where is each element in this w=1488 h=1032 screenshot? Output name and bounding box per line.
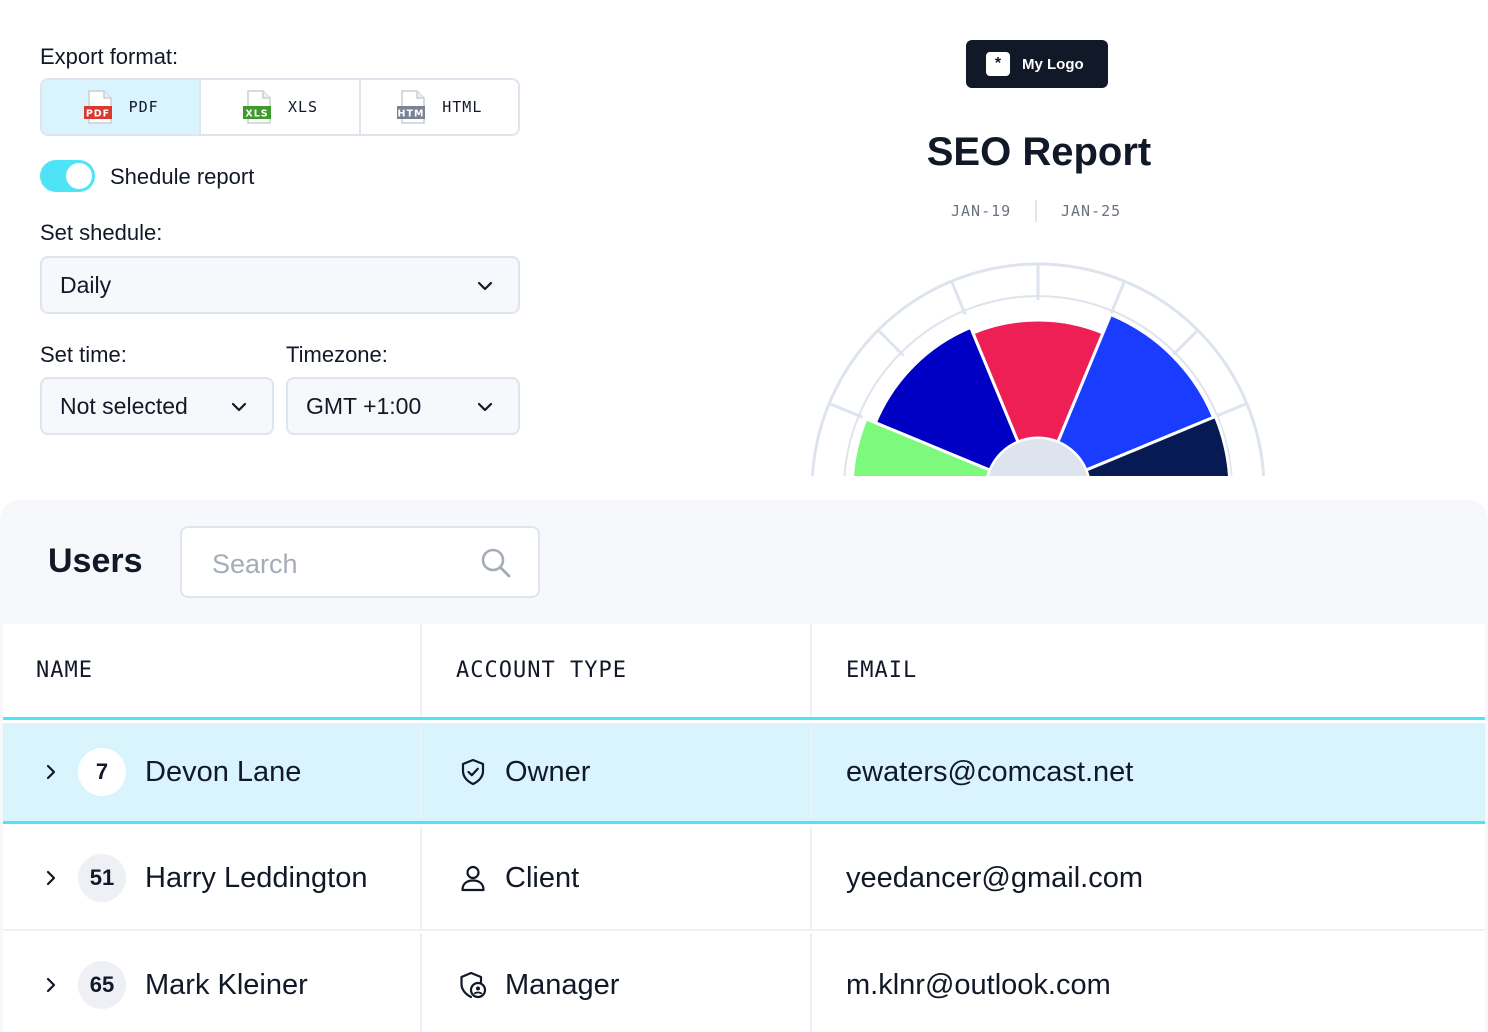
email-cell: m.klnr@outlook.com [812, 933, 1485, 1032]
user-name: Mark Kleiner [145, 968, 308, 1001]
date-end: JAN-25 [1061, 202, 1122, 220]
logo-badge: * My Logo [966, 40, 1108, 88]
format-option-xls[interactable]: XLS XLS [201, 80, 361, 134]
user-number-badge: 7 [78, 748, 126, 796]
account-type-cell: Owner [422, 723, 812, 821]
user-number-badge: 51 [78, 854, 126, 902]
schedule-report-toggle[interactable] [40, 160, 95, 192]
gauge-tick [950, 280, 967, 316]
chevron-down-icon [231, 402, 247, 412]
user-name: Harry Leddington [145, 861, 368, 894]
chevron-down-icon [477, 281, 493, 291]
email-cell: ewaters@comcast.net [812, 723, 1485, 821]
table-header: NAME ACCOUNT TYPE EMAIL [3, 624, 1485, 720]
svg-text:HTM: HTM [398, 109, 425, 120]
chevron-down-icon [477, 402, 493, 412]
user-number-badge: 65 [78, 961, 126, 1009]
column-header-account-type[interactable]: ACCOUNT TYPE [422, 624, 812, 717]
gauge-tick [1212, 402, 1248, 419]
search-input[interactable] [212, 546, 472, 582]
table-row[interactable]: 7 Devon Lane Owner ewaters@comcast.net [3, 723, 1485, 824]
xls-file-icon: XLS [242, 90, 271, 124]
column-header-email[interactable]: EMAIL [812, 624, 1485, 717]
format-label: HTML [442, 98, 483, 116]
html-file-icon: HTM [397, 90, 426, 124]
export-panel: Export format: PDF PDF XLS XLS HTM HTML … [0, 0, 560, 476]
pdf-file-icon: PDF [83, 90, 112, 124]
name-cell: 7 Devon Lane [3, 723, 422, 821]
timezone-select[interactable]: GMT +1:00 [286, 377, 520, 435]
chevron-right-icon[interactable] [43, 977, 59, 993]
format-option-pdf[interactable]: PDF PDF [42, 80, 202, 134]
shield-check-icon [461, 758, 485, 786]
table-row[interactable]: 65 Mark Kleiner Manager m.klnr@outlook.c… [3, 933, 1485, 1032]
name-cell: 65 Mark Kleiner [3, 933, 422, 1032]
users-title: Users [48, 542, 143, 580]
schedule-report-label: Shedule report [110, 164, 255, 189]
account-type-cell: Client [422, 827, 812, 929]
chevron-right-icon[interactable] [43, 764, 59, 780]
email-cell: yeedancer@gmail.com [812, 827, 1485, 929]
seo-gauge-chart [810, 262, 1266, 476]
logo-mark-icon: * [986, 52, 1010, 76]
user-email: yeedancer@gmail.com [846, 861, 1144, 894]
logo-text: My Logo [1022, 55, 1084, 73]
set-schedule-label: Set shedule: [40, 220, 163, 245]
gauge-tick [1109, 280, 1126, 316]
format-label: XLS [287, 98, 319, 116]
time-select-value: Not selected [60, 392, 188, 419]
timezone-select-value: GMT +1:00 [306, 392, 422, 419]
gauge-tick [828, 402, 864, 419]
seo-report-panel: * My Logo SEO Report JAN-19 JAN-25 [590, 0, 1488, 476]
name-cell: 51 Harry Leddington [3, 827, 422, 929]
account-type: Owner [505, 755, 591, 788]
table-row[interactable]: 51 Harry Leddington Client yeedancer@gma… [3, 827, 1485, 931]
format-label: PDF [128, 98, 159, 116]
user-name: Devon Lane [145, 755, 302, 788]
export-format-group: PDF PDF XLS XLS HTM HTML [40, 78, 520, 136]
account-type-cell: Manager [422, 933, 812, 1032]
users-panel: Users NAME ACCOUNT TYPE EMAIL 7 Devon La… [0, 500, 1488, 1032]
account-type: Manager [505, 968, 620, 1001]
set-time-label: Set time: [40, 342, 127, 367]
user-icon [461, 865, 485, 892]
timezone-label: Timezone: [286, 342, 388, 367]
gauge-tick [1171, 329, 1199, 357]
date-separator [1035, 200, 1037, 222]
export-format-label: Export format: [40, 44, 179, 69]
column-header-name[interactable]: NAME [3, 624, 422, 717]
svg-text:PDF: PDF [85, 109, 109, 120]
shield-user-icon [460, 971, 487, 999]
chevron-right-icon[interactable] [43, 870, 59, 886]
schedule-select-value: Daily [60, 271, 112, 298]
gauge-tick [877, 329, 905, 357]
search-box [180, 526, 540, 598]
search-icon[interactable] [480, 547, 512, 579]
users-table: NAME ACCOUNT TYPE EMAIL 7 Devon Lane Own… [3, 624, 1485, 1032]
account-type: Client [505, 861, 580, 894]
user-email: ewaters@comcast.net [846, 755, 1134, 788]
time-select[interactable]: Not selected [40, 377, 274, 435]
report-title: SEO Report [926, 130, 1152, 174]
date-start: JAN-19 [951, 202, 1012, 220]
schedule-select[interactable]: Daily [40, 256, 520, 314]
user-email: m.klnr@outlook.com [846, 968, 1111, 1001]
svg-text:XLS: XLS [245, 109, 268, 120]
format-option-html[interactable]: HTM HTML [361, 80, 518, 134]
